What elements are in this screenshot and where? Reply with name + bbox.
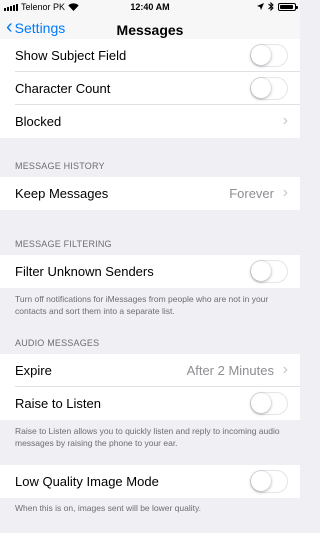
row-label: Filter Unknown Senders xyxy=(15,264,154,279)
low-quality-image-mode-toggle[interactable] xyxy=(250,470,288,493)
location-icon xyxy=(257,3,264,10)
row-character-count: Character Count xyxy=(0,72,300,105)
row-filter-unknown-senders: Filter Unknown Senders xyxy=(0,255,300,288)
status-bar: Telenor PK 12:40 AM xyxy=(0,0,300,14)
page-title: Messages xyxy=(116,22,184,38)
row-label: Blocked xyxy=(15,114,62,129)
chevron-right-icon: › xyxy=(282,112,288,129)
battery-level xyxy=(280,4,293,9)
row-value: Forever xyxy=(229,186,274,201)
section-header-message-history: MESSAGE HISTORY xyxy=(15,161,105,171)
chevron-right-icon: › xyxy=(282,184,288,201)
row-label: Keep Messages xyxy=(15,186,109,201)
chevron-right-icon: › xyxy=(282,361,288,378)
row-label: Low Quality Image Mode xyxy=(15,474,159,489)
status-time: 12:40 AM xyxy=(130,2,170,12)
row-show-subject-field: Show Subject Field xyxy=(0,39,300,72)
row-label: Raise to Listen xyxy=(15,396,101,411)
row-expire[interactable]: Expire After 2 Minutes › xyxy=(0,354,300,387)
filter-unknown-senders-toggle[interactable] xyxy=(250,260,288,283)
show-subject-field-toggle[interactable] xyxy=(250,44,288,67)
filter-footer-text: Turn off notifications for iMessages fro… xyxy=(15,294,269,316)
battery-icon xyxy=(278,2,298,11)
row-blocked[interactable]: Blocked › xyxy=(0,105,300,138)
row-label: Expire xyxy=(15,363,52,378)
low-quality-footer-text: When this is on, images sent will be low… xyxy=(15,503,201,513)
row-keep-messages[interactable]: Keep Messages Forever › xyxy=(0,177,300,210)
row-label: Character Count xyxy=(15,81,111,96)
row-label: Show Subject Field xyxy=(15,48,127,63)
section-header-message-filtering: MESSAGE FILTERING xyxy=(15,239,112,249)
row-raise-to-listen: Raise to Listen xyxy=(0,387,300,420)
row-value: After 2 Minutes xyxy=(186,363,274,378)
status-right xyxy=(257,2,298,11)
bluetooth-icon xyxy=(268,2,274,11)
section-header-audio-messages: AUDIO MESSAGES xyxy=(15,338,100,348)
raise-footer-text: Raise to Listen allows you to quickly li… xyxy=(15,426,280,448)
character-count-toggle[interactable] xyxy=(250,77,288,100)
raise-to-listen-toggle[interactable] xyxy=(250,392,288,415)
row-low-quality-image-mode: Low Quality Image Mode xyxy=(0,465,300,498)
